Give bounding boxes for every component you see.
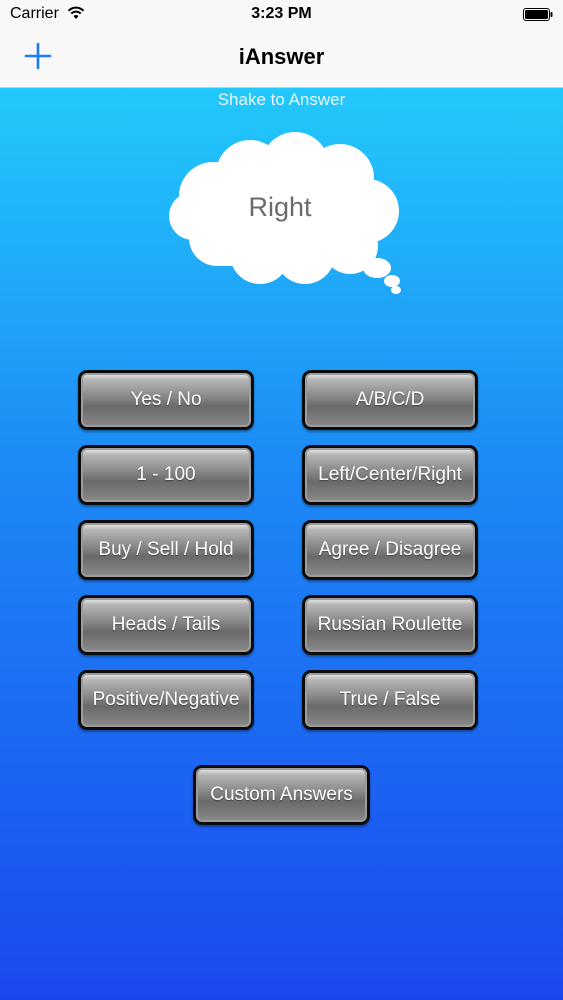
battery-icon [523, 8, 553, 21]
abcd-button[interactable]: A/B/C/D [302, 370, 478, 430]
shake-hint: Shake to Answer [217, 90, 346, 109]
agree-disagree-button[interactable]: Agree / Disagree [302, 520, 478, 580]
answer-text: Right [248, 192, 312, 222]
navigation-bar: iAnswer [0, 30, 563, 88]
clock: 3:23 PM [251, 5, 312, 22]
russian-roulette-button[interactable]: Russian Roulette [302, 595, 478, 655]
true-false-button[interactable]: True / False [302, 670, 478, 730]
page-title: iAnswer [238, 44, 325, 69]
status-bar: Carrier 3:23 PM [0, 0, 563, 30]
yes-no-button[interactable]: Yes / No [78, 370, 254, 430]
custom-answers-button[interactable]: Custom Answers [193, 765, 370, 825]
heads-tails-button[interactable]: Heads / Tails [78, 595, 254, 655]
main-area: Shake to Answer Right Yes / No A/B/C/D 1… [0, 88, 563, 1000]
one-hundred-button[interactable]: 1 - 100 [78, 445, 254, 505]
buy-sell-hold-button[interactable]: Buy / Sell / Hold [78, 520, 254, 580]
positive-negative-button[interactable]: Positive/Negative [78, 670, 254, 730]
left-center-right-button[interactable]: Left/Center/Right [302, 445, 478, 505]
